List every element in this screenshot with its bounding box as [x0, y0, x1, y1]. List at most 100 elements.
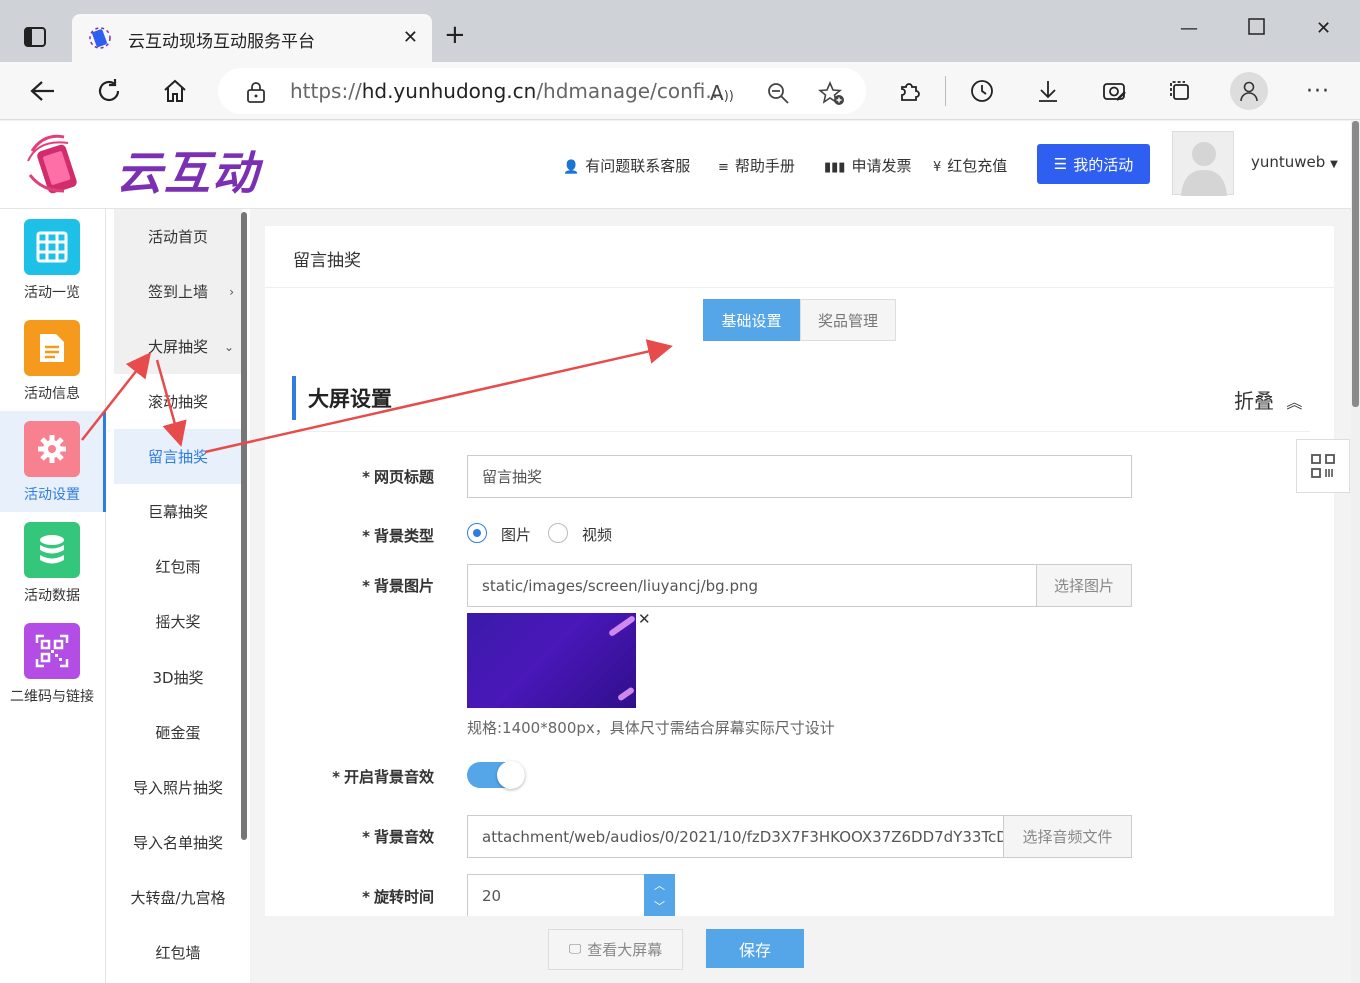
submenu-item-golden-egg[interactable]: 砸金蛋 [114, 705, 242, 760]
screenshot-icon[interactable] [1099, 76, 1129, 106]
invoice-link[interactable]: ▮▮▮ 申请发票 [824, 155, 911, 176]
nav-qrcode-links[interactable]: 二维码与链接 [0, 613, 106, 714]
bg-sound-enable-label: * 开启背景音效 [332, 768, 434, 786]
page-title-label: * 网页标题 [362, 468, 434, 486]
tab-basic-settings[interactable]: 基础设置 [703, 299, 800, 341]
new-tab-icon[interactable]: + [444, 22, 466, 48]
nav-label: 二维码与链接 [10, 689, 94, 705]
submenu-item-namelist-lottery[interactable]: 导入名单抽奖 [114, 815, 242, 870]
address-bar[interactable]: https://hd.yunhudong.cn/hdmanage/confi..… [218, 68, 866, 114]
choose-audio-button[interactable]: 选择音频文件 [1003, 815, 1132, 858]
submenu-item-shake-prize[interactable]: 摇大奖 [114, 594, 242, 649]
bg-type-video-label: 视频 [582, 526, 613, 544]
more-menu-icon[interactable]: ··· [1303, 76, 1333, 106]
floating-qrcode-icon[interactable] [1296, 439, 1350, 493]
chevron-double-up-icon: ︽ [1286, 393, 1303, 412]
submenu-item-big-screen-lottery[interactable]: 大屏抽奖 ⌄ [114, 319, 242, 374]
window-close-icon[interactable]: ✕ [1316, 18, 1331, 39]
zoom-out-icon[interactable] [766, 81, 790, 109]
divider [293, 431, 1310, 432]
bg-sound-toggle[interactable] [467, 761, 525, 789]
url-text: https://hd.yunhudong.cn/hdmanage/confi..… [290, 79, 725, 103]
submenu-item-home[interactable]: 活动首页 [114, 209, 242, 264]
recharge-link[interactable]: ¥ 红包充值 [933, 155, 1007, 176]
document-icon [24, 320, 80, 376]
submenu-item-photo-lottery[interactable]: 导入照片抽奖 [114, 760, 242, 815]
bg-sound-label: * 背景音效 [362, 828, 434, 846]
submenu-item-giant-screen-lottery[interactable]: 巨幕抽奖 [114, 484, 242, 539]
refresh-icon[interactable] [94, 76, 124, 106]
back-icon[interactable] [28, 76, 58, 106]
nav-activity-settings[interactable]: 活动设置 [0, 411, 106, 512]
submenu-scrollbar[interactable] [241, 212, 247, 840]
barcode-icon: ▮▮▮ [824, 160, 846, 175]
tab-actions-icon[interactable] [22, 24, 48, 50]
my-activity-button[interactable]: ☰ 我的活动 [1037, 144, 1150, 184]
tab-close-icon[interactable]: ✕ [403, 27, 418, 48]
list-icon: ≡ [718, 160, 729, 175]
logo[interactable]: 云互动 [24, 131, 260, 200]
submenu-item-rolling-lottery[interactable]: 滚动抽奖 [114, 374, 242, 429]
maximize-icon[interactable] [1248, 18, 1266, 41]
chevron-right-icon: › [229, 284, 234, 299]
choose-image-button[interactable]: 选择图片 [1036, 564, 1132, 607]
tab-prize-management[interactable]: 奖品管理 [800, 299, 896, 341]
profile-icon[interactable] [1230, 72, 1268, 110]
download-icon[interactable] [1033, 76, 1063, 106]
fold-toggle[interactable]: 折叠 ︽ [1234, 385, 1302, 414]
browser-tab-active[interactable]: 云互动现场互动服务平台 ✕ [72, 14, 432, 62]
bg-type-image-label: 图片 [501, 526, 532, 544]
toggle-knob [497, 761, 525, 789]
grid-icon [24, 219, 80, 275]
history-icon[interactable] [967, 76, 997, 106]
minimize-icon[interactable]: — [1180, 18, 1198, 39]
read-aloud-icon[interactable]: A)) [710, 81, 734, 105]
preview-light-streak [616, 686, 636, 702]
rotate-time-input[interactable]: 20 [467, 874, 645, 917]
page-title-input[interactable]: 留言抽奖 [467, 455, 1132, 498]
home-icon[interactable] [160, 76, 190, 106]
bg-type-video-radio[interactable] [548, 523, 568, 543]
page-scrollbar[interactable] [1351, 121, 1360, 983]
submenu-item-red-packet-rain[interactable]: 红包雨 [114, 539, 242, 594]
chevron-down-icon[interactable]: ﹀ [654, 898, 665, 914]
submenu-item-wheel[interactable]: 大转盘/九宫格 [114, 870, 242, 925]
nav-activity-data[interactable]: 活动数据 [0, 512, 106, 613]
chevron-up-icon[interactable]: ︿ [654, 877, 665, 893]
bg-image-label: * 背景图片 [362, 577, 434, 595]
bg-type-image-radio[interactable] [467, 523, 487, 543]
submenu-item-3d-lottery[interactable]: 3D抽奖 [114, 650, 242, 705]
bg-type-label: * 背景类型 [362, 527, 434, 545]
tab-title: 云互动现场互动服务平台 [128, 32, 315, 52]
help-manual-link[interactable]: ≡ 帮助手册 [718, 155, 795, 176]
toolbar-divider [945, 76, 946, 106]
rotate-time-stepper[interactable]: ︿ ﹀ [644, 874, 675, 917]
remove-image-icon[interactable]: ✕ [638, 610, 651, 628]
list-icon: ☰ [1053, 155, 1068, 173]
view-big-screen-button[interactable]: 🖵 查看大屏幕 [548, 929, 683, 970]
nav-activity-list[interactable]: 活动一览 [0, 209, 106, 310]
save-button[interactable]: 保存 [706, 929, 804, 968]
submenu-item-message-lottery[interactable]: 留言抽奖 [114, 429, 242, 484]
nav-activity-info[interactable]: 活动信息 [0, 310, 106, 411]
browser-toolbar: https://hd.yunhudong.cn/hdmanage/confi..… [0, 62, 1360, 120]
sub-menu-items: 活动首页 签到上墙 › 大屏抽奖 ⌄ 滚动抽奖 留言抽奖 巨幕抽奖 红包雨 摇大奖 … [106, 209, 250, 983]
lock-icon[interactable] [246, 81, 266, 107]
nav-label: 活动数据 [24, 588, 80, 604]
icon-sidebar: 活动一览 活动信息 活动设置 活动数据 二维码与链接 [0, 209, 106, 983]
add-favorite-icon[interactable] [817, 80, 846, 111]
section-title: 大屏设置 [308, 387, 392, 411]
submenu-item-red-packet-wall[interactable]: 红包墙 [114, 925, 242, 980]
scrollbar-thumb[interactable] [1352, 121, 1359, 407]
collections-icon[interactable] [1165, 76, 1195, 106]
logo-text: 云互动 [116, 146, 260, 200]
bg-image-path-input[interactable]: static/images/screen/liuyancj/bg.png [467, 564, 1037, 607]
avatar[interactable] [1172, 131, 1234, 196]
extensions-icon[interactable] [895, 76, 925, 106]
contact-support-link[interactable]: 👤 有问题联系客服 [563, 155, 690, 176]
bg-sound-path-input[interactable]: attachment/web/audios/0/2021/10/fzD3X7F3… [467, 815, 1004, 858]
submenu-item-signin-wall[interactable]: 签到上墙 › [114, 264, 242, 319]
database-icon [24, 522, 80, 578]
site-favicon-icon [88, 26, 112, 50]
username-dropdown[interactable]: yuntuweb ▼ [1251, 153, 1338, 171]
